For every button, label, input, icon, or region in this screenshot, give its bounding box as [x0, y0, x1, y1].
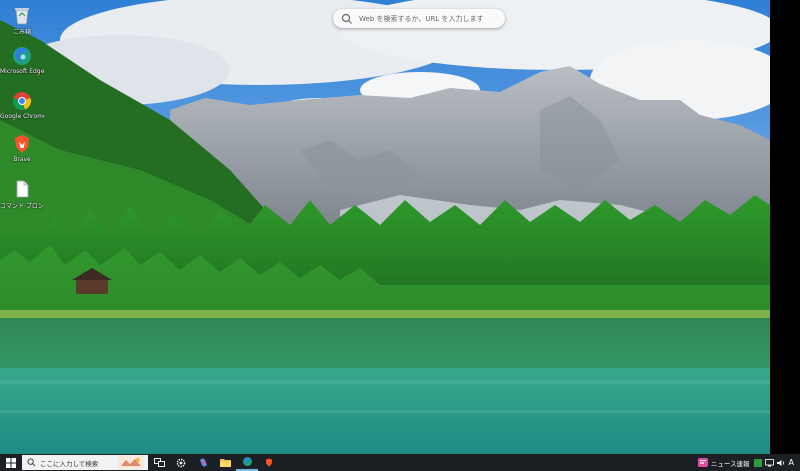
taskbar-search-box[interactable]: ここに入力して検索 [22, 455, 148, 470]
wallpaper-landscape [0, 0, 770, 454]
recycle-bin-icon [15, 8, 29, 25]
task-view-button[interactable] [148, 454, 170, 471]
taskbar: ここに入力して検索 ニュース速報 A [0, 454, 800, 471]
news-icon [697, 458, 708, 467]
copilot-icon [199, 458, 207, 467]
news-widget[interactable]: ニュース速報 [697, 458, 750, 468]
edge-icon [13, 47, 31, 65]
file-icon [16, 180, 29, 198]
edge-taskbar-button[interactable] [236, 454, 258, 471]
file-explorer-button[interactable] [214, 454, 236, 471]
web-search-placeholder: Web を検索するか、URL を入力します [359, 14, 484, 23]
system-tray: A [753, 458, 794, 467]
desktop-icon-label: コマンド プロンプト [0, 203, 44, 210]
task-view-icon [153, 458, 165, 467]
desktop-icon-file[interactable]: コマンド プロンプト [0, 178, 44, 210]
ime-indicator[interactable]: A [789, 458, 794, 467]
edge-icon [242, 457, 252, 466]
brave-icon [15, 135, 29, 153]
search-icon [27, 458, 36, 467]
desktop-icon-label: ごみ箱 [12, 29, 31, 36]
news-label: ニュース速報 [710, 459, 750, 468]
web-search-box[interactable]: Web を検索するか、URL を入力します [333, 9, 505, 28]
desktop-icon-label: Brave [13, 156, 31, 163]
settings-icon [176, 458, 186, 467]
desktop-icon-brave[interactable]: Brave [0, 133, 44, 163]
file-explorer-icon [219, 459, 231, 467]
brave-taskbar-button[interactable] [258, 454, 280, 471]
taskbar-search-placeholder: ここに入力して検索 [40, 459, 99, 468]
brave-icon [265, 458, 273, 467]
volume-icon[interactable] [776, 459, 786, 467]
desktop-icon-edge[interactable]: Microsoft Edge [0, 45, 44, 75]
settings-button[interactable] [170, 454, 192, 471]
desktop-icon-recycle-bin[interactable]: ごみ箱 [0, 4, 44, 36]
desktop-icon-chrome[interactable]: Google Chrome [0, 90, 44, 120]
screen-edge-strip [770, 0, 800, 454]
search-highlight-icon [118, 456, 144, 469]
desktop: Web を検索するか、URL を入力します ごみ箱 Microsoft Edge… [0, 0, 770, 454]
app-tray-icon[interactable] [753, 458, 762, 467]
start-button[interactable] [0, 454, 22, 471]
copilot-button[interactable] [192, 454, 214, 471]
windows-logo-icon [6, 457, 16, 468]
desktop-icon-label: Microsoft Edge [0, 68, 44, 75]
search-icon [341, 13, 352, 24]
network-icon[interactable] [764, 458, 774, 467]
chrome-icon [12, 92, 32, 111]
desktop-icon-label: Google Chrome [0, 113, 44, 120]
